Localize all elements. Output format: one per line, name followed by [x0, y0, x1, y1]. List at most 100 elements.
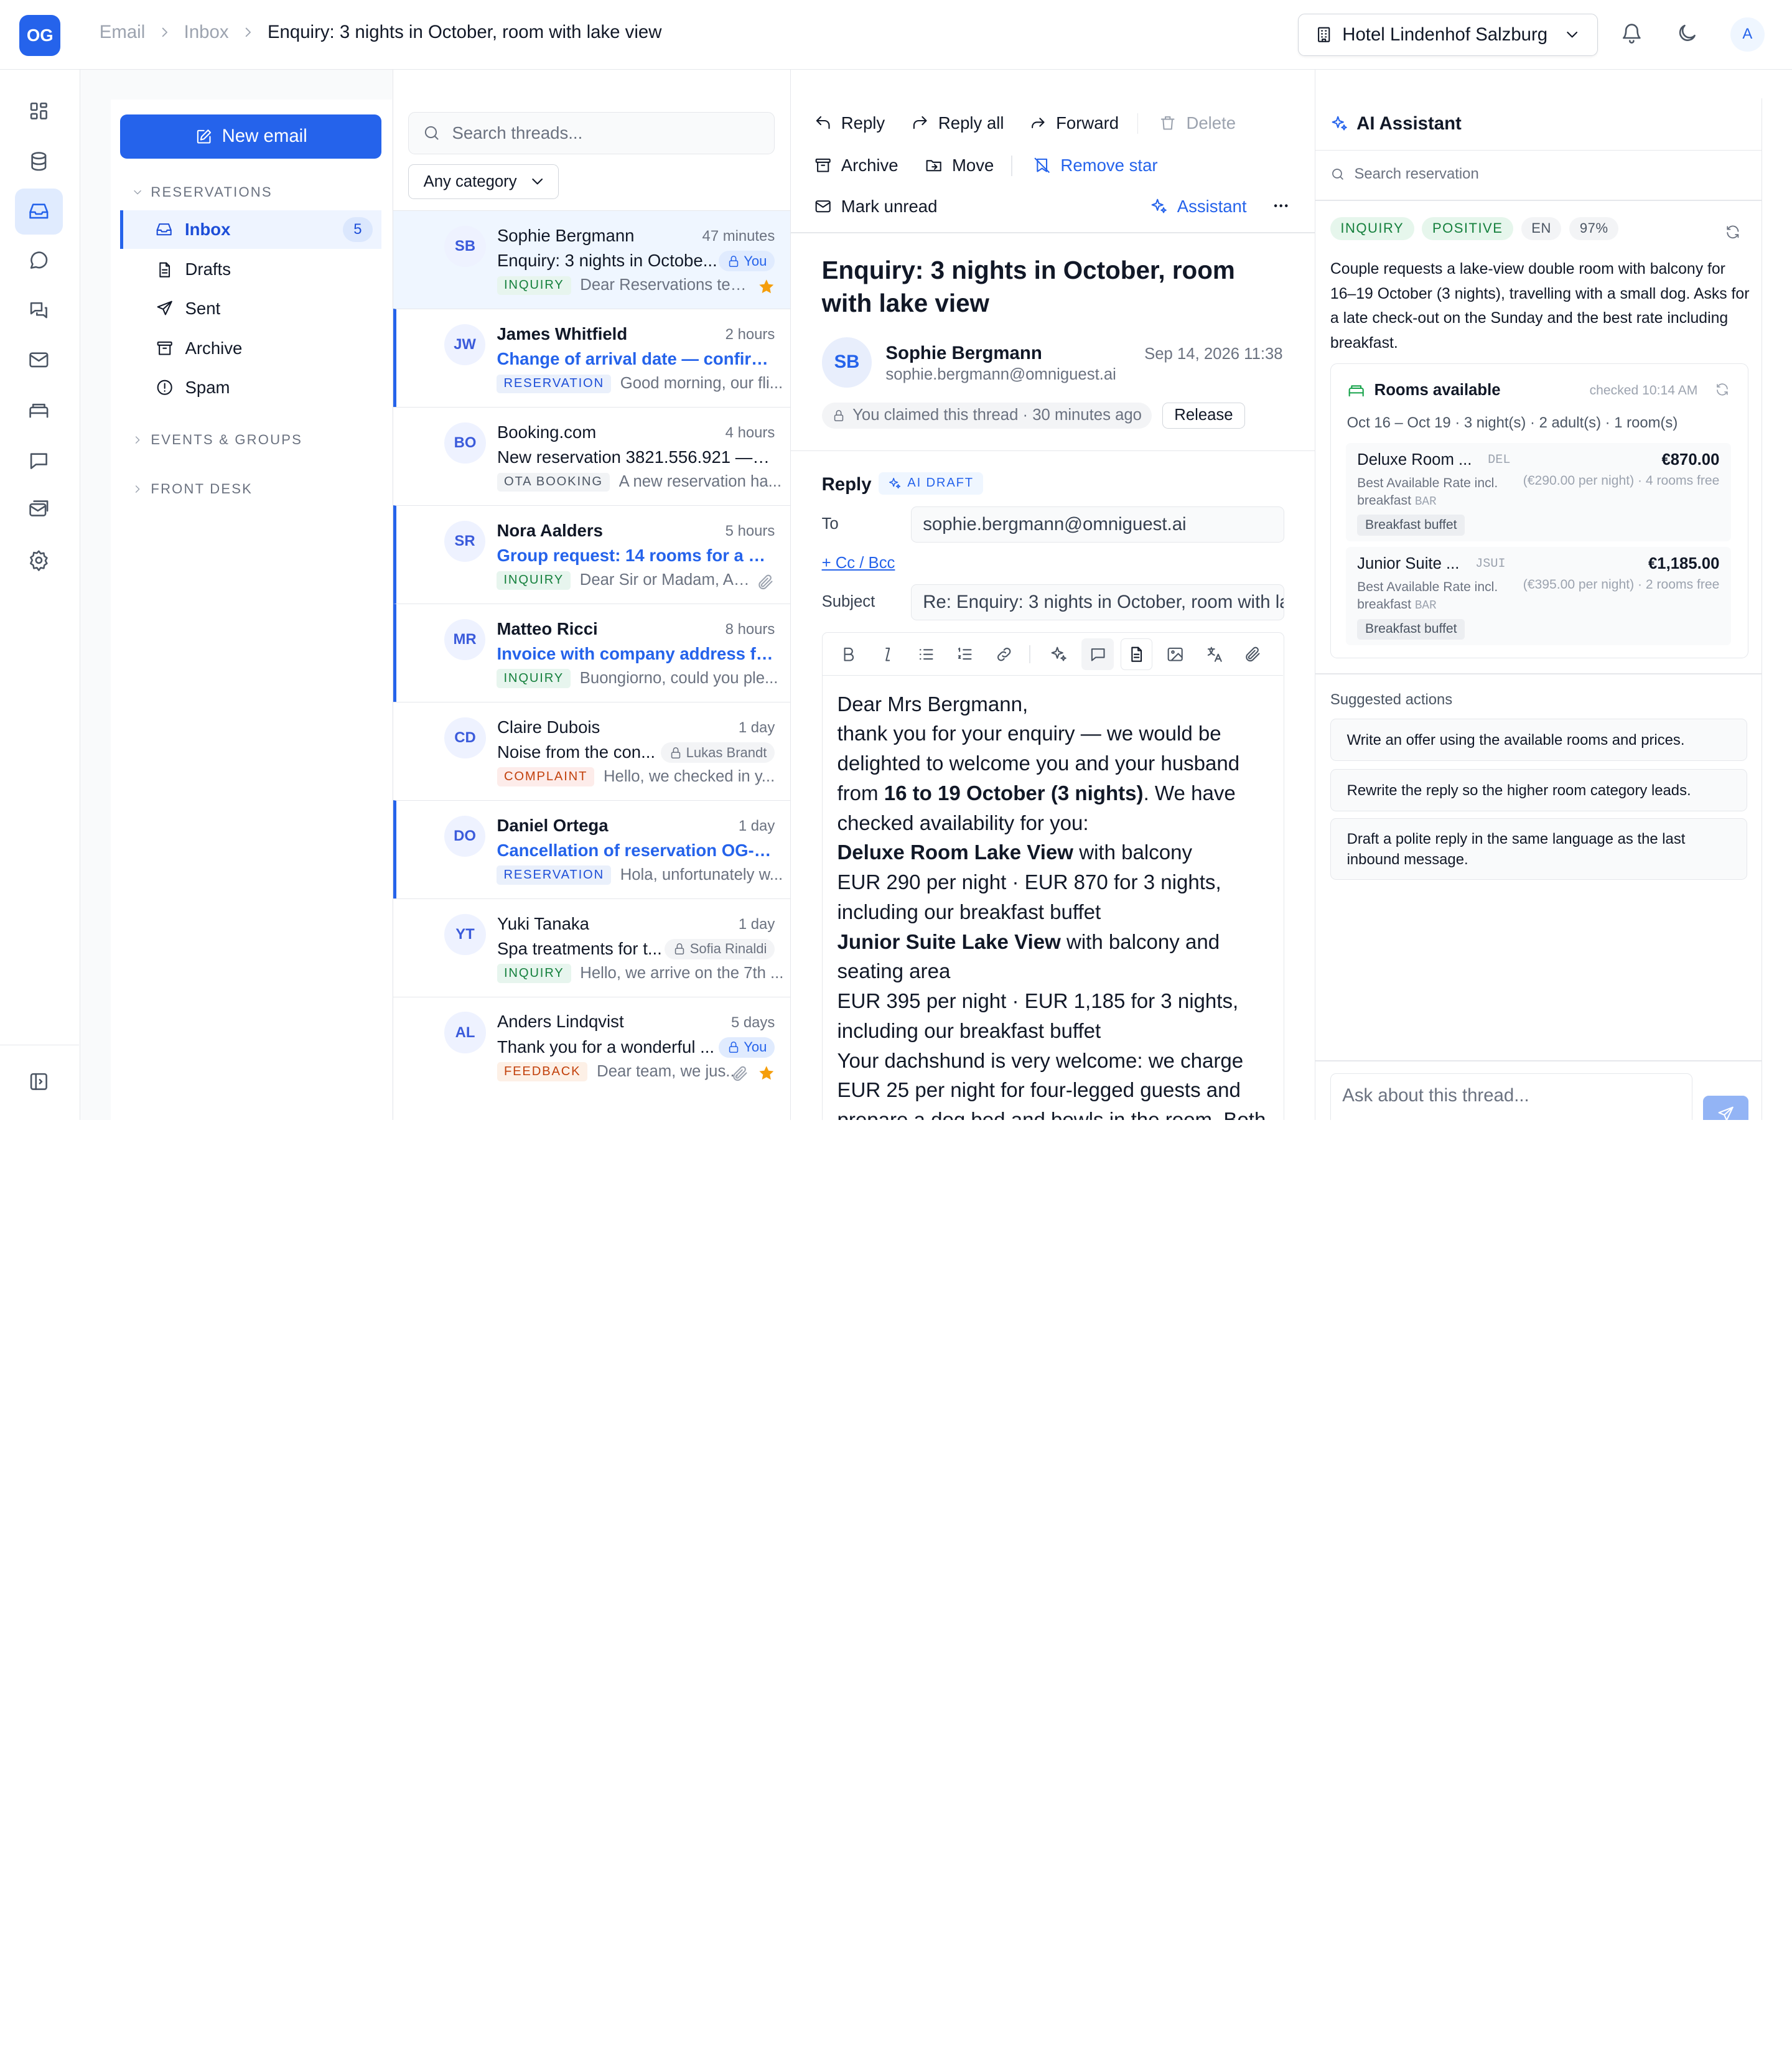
bullet-list-button[interactable] — [910, 638, 942, 670]
thread-item[interactable]: SR Nora Aalders 5 hours Group request: 1… — [393, 505, 790, 604]
room-option[interactable]: Deluxe Room ... DEL €870.00 Best Availabl… — [1345, 442, 1731, 541]
ai-rewrite-button[interactable] — [1043, 638, 1075, 670]
file-icon — [159, 262, 170, 278]
sender-email: sophie.bergmann@omniguest.ai — [885, 365, 1116, 383]
reply-all-button[interactable]: Reply all — [911, 113, 1004, 133]
thread-search-input[interactable]: Search threads... — [452, 123, 582, 143]
ask-thread-input[interactable]: Ask about this thread... — [1330, 1073, 1693, 1120]
collapse-sidebar-button[interactable] — [15, 1059, 63, 1104]
mark-unread-button[interactable]: Mark unread — [814, 197, 937, 217]
folder-sent[interactable]: Sent — [120, 289, 382, 328]
app-logo[interactable]: OG — [19, 14, 61, 56]
folder-inbox[interactable]: Inbox 5 — [119, 210, 382, 250]
thread-avatar: JW — [444, 324, 486, 365]
thread-item[interactable]: JW James Whitfield 2 hours Change of arr… — [393, 308, 790, 407]
category-select[interactable]: Any category — [408, 164, 559, 199]
message-title: Enquiry: 3 nights in October, room with … — [821, 255, 1235, 317]
image-button[interactable] — [1159, 638, 1191, 670]
toolbar-divider — [1137, 113, 1139, 134]
thread-item[interactable]: MR Matteo Ricci 8 hours Invoice with com… — [393, 603, 790, 702]
thread-preview: Good morning, our fli... — [620, 375, 783, 393]
moon-icon — [1679, 24, 1696, 41]
nav-campaigns[interactable] — [15, 487, 63, 532]
nav-inbox[interactable] — [14, 189, 63, 235]
folder-spam[interactable]: Spam — [120, 368, 382, 406]
thread-item[interactable]: AL Anders Lindqvist 5 days Thank you for… — [393, 996, 790, 1095]
divider — [790, 231, 1315, 233]
lock-icon — [729, 255, 738, 267]
refresh-rooms-button[interactable] — [1715, 382, 1730, 397]
numbered-list-button[interactable] — [949, 638, 981, 670]
nav-rooms[interactable] — [15, 388, 63, 433]
remove-star-button[interactable]: Remove star — [1033, 156, 1158, 175]
hotel-selector[interactable]: Hotel Lindenhof Salzburg — [1298, 14, 1598, 56]
forward-button[interactable]: Forward — [1029, 113, 1119, 133]
section-front-desk[interactable]: FRONT DESK — [131, 481, 253, 497]
comment-button[interactable] — [1081, 638, 1114, 671]
more-button[interactable] — [1272, 197, 1290, 215]
folder-sidebar: New email RESERVATIONS Inbox 5 Drafts Se… — [80, 70, 393, 1120]
suggested-action[interactable]: Write an offer using the available rooms… — [1330, 719, 1748, 762]
to-field[interactable]: sophie.bergmann@omniguest.ai — [910, 506, 1285, 543]
thread-subject: New reservation 3821.556.921 — 2... — [497, 447, 774, 467]
release-button[interactable]: Release — [1162, 402, 1245, 429]
reservation-search[interactable]: Search reservation — [1330, 166, 1479, 183]
thread-item[interactable]: CD Claire Dubois 1 day Noise from the co… — [393, 701, 790, 800]
room-price: €1,185.00 — [1648, 554, 1720, 572]
chevron-right-icon — [136, 485, 140, 493]
folder-drafts[interactable]: Drafts — [120, 250, 382, 289]
section-reservations[interactable]: RESERVATIONS — [131, 184, 273, 200]
folder-archive[interactable]: Archive — [120, 329, 382, 368]
reservation-search-input[interactable]: Search reservation — [1354, 166, 1478, 183]
section-events[interactable]: EVENTS & GROUPS — [131, 432, 302, 448]
template-button[interactable] — [1120, 638, 1153, 671]
thread-search[interactable]: Search threads... — [408, 111, 775, 154]
nav-database[interactable] — [15, 138, 63, 184]
breadcrumb-email[interactable]: Email — [100, 22, 145, 43]
suggested-action[interactable]: Draft a polite reply in the same languag… — [1330, 818, 1748, 880]
link-button[interactable] — [988, 638, 1020, 670]
star-icon[interactable] — [758, 1065, 775, 1082]
nav-messages[interactable] — [15, 437, 63, 483]
send-question-button[interactable] — [1702, 1096, 1749, 1120]
nav-chat[interactable] — [15, 238, 63, 283]
thread-item[interactable]: BO Booking.com 4 hours New reservation 3… — [393, 406, 790, 505]
star-icon[interactable] — [758, 278, 775, 296]
reply-body[interactable]: Dear Mrs Bergmann, thank you for your en… — [837, 690, 1271, 1120]
folder-move-icon — [926, 160, 941, 172]
translate-button[interactable] — [1198, 638, 1230, 670]
reply-editor[interactable]: Dear Mrs Bergmann, thank you for your en… — [821, 632, 1285, 1120]
archive-button[interactable]: Archive — [814, 156, 898, 175]
attach-button[interactable] — [1237, 638, 1269, 670]
notifications-button[interactable] — [1620, 22, 1643, 45]
thread-item[interactable]: YT Yuki Tanaka 1 day Spa treatments for … — [393, 898, 790, 997]
reply-button[interactable]: Reply — [814, 113, 885, 133]
cc-bcc-link[interactable]: + Cc / Bcc — [822, 554, 895, 572]
nav-rail — [0, 70, 80, 1120]
thread-item[interactable]: DO Daniel Ortega 1 day Cancellation of r… — [393, 800, 790, 898]
assistant-button[interactable]: Assistant — [1150, 197, 1247, 217]
nav-dashboard[interactable] — [15, 88, 63, 133]
nav-mail[interactable] — [15, 337, 63, 383]
nav-settings[interactable] — [15, 537, 63, 582]
reading-pane: Reply Reply all Forward Delete Archive M… — [790, 70, 1316, 1120]
thread-item[interactable]: SB Sophie Bergmann 47 minutes Enquiry: 3… — [393, 210, 790, 309]
delete-button[interactable]: Delete — [1159, 113, 1236, 133]
subject-field[interactable]: Re: Enquiry: 3 nights in October, room w… — [910, 584, 1285, 621]
rate-code: BAR — [1414, 494, 1437, 508]
user-avatar[interactable]: A — [1730, 17, 1765, 52]
thread-sender: Nora Aalders — [497, 520, 603, 540]
move-button[interactable]: Move — [925, 156, 994, 175]
suggested-action[interactable]: Rewrite the reply so the higher room cat… — [1330, 769, 1748, 812]
nav-conversations[interactable] — [15, 288, 63, 334]
thread-time: 47 minutes — [702, 228, 775, 245]
refresh-analysis-button[interactable] — [1725, 224, 1741, 240]
new-email-button[interactable]: New email — [119, 114, 382, 159]
thread-sender: Anders Lindqvist — [497, 1012, 624, 1032]
room-option[interactable]: Junior Suite ... JSUI €1,185.00 Best Avai… — [1345, 546, 1731, 645]
bold-button[interactable] — [833, 638, 864, 670]
reply-room-price: EUR 290 per night · EUR 870 for 3 nights… — [837, 871, 1221, 924]
italic-button[interactable] — [872, 638, 903, 670]
breadcrumb-inbox[interactable]: Inbox — [184, 22, 229, 43]
theme-toggle-button[interactable] — [1676, 22, 1699, 45]
